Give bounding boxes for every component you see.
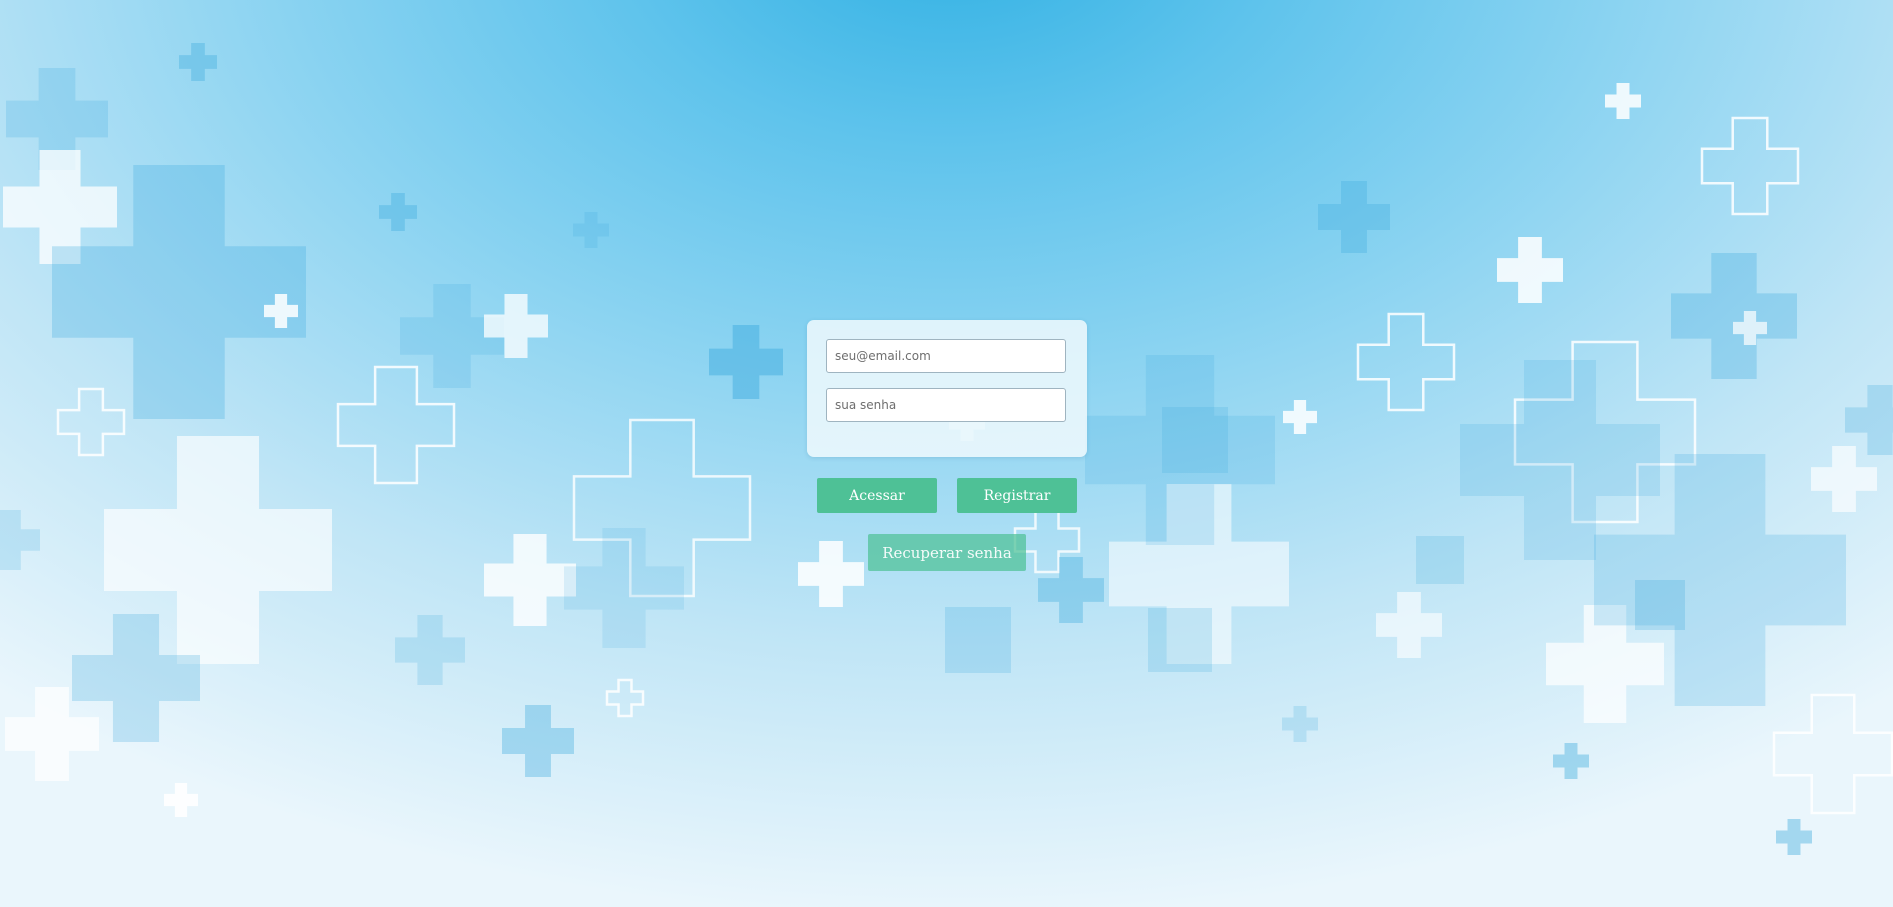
background-square: [1148, 608, 1212, 672]
medical-cross-icon: [1356, 312, 1456, 412]
medical-cross-icon: [798, 541, 864, 607]
medical-cross-icon: [1283, 400, 1317, 434]
background-square: [1416, 536, 1464, 584]
access-button[interactable]: Acessar: [817, 478, 937, 513]
medical-cross-icon: [1460, 360, 1660, 560]
medical-cross-icon: [1376, 592, 1442, 658]
password-field[interactable]: [826, 388, 1066, 422]
medical-cross-icon: [573, 212, 609, 248]
medical-cross-icon: [502, 705, 574, 777]
medical-cross-icon: [709, 325, 783, 399]
medical-cross-icon: [1497, 237, 1563, 303]
medical-cross-icon: [564, 528, 684, 648]
medical-cross-icon: [1811, 446, 1877, 512]
medical-cross-icon: [395, 615, 465, 685]
medical-cross-icon: [379, 193, 417, 231]
medical-cross-icon: [1845, 385, 1893, 455]
medical-cross-icon: [0, 510, 40, 570]
medical-cross-icon: [1282, 706, 1318, 742]
medical-cross-icon: [164, 783, 198, 817]
medical-cross-icon: [179, 43, 217, 81]
background-square: [945, 607, 1011, 673]
login-card: [807, 320, 1087, 457]
register-button[interactable]: Registrar: [957, 478, 1077, 513]
medical-cross-icon: [1553, 743, 1589, 779]
medical-cross-icon: [1038, 557, 1104, 623]
medical-cross-icon: [605, 678, 645, 718]
medical-cross-icon: [1772, 693, 1893, 815]
medical-cross-icon: [1776, 819, 1812, 855]
medical-cross-icon: [1700, 116, 1800, 216]
medical-cross-icon: [1318, 181, 1390, 253]
email-field[interactable]: [826, 339, 1066, 373]
medical-cross-icon: [56, 387, 126, 457]
medical-cross-icon: [1605, 83, 1641, 119]
medical-cross-icon: [1671, 253, 1797, 379]
medical-cross-icon: [5, 687, 99, 781]
recover-password-button[interactable]: Recuperar senha: [868, 534, 1026, 571]
medical-cross-icon: [484, 534, 576, 626]
background-square: [1635, 580, 1685, 630]
background-square: [1162, 407, 1228, 473]
